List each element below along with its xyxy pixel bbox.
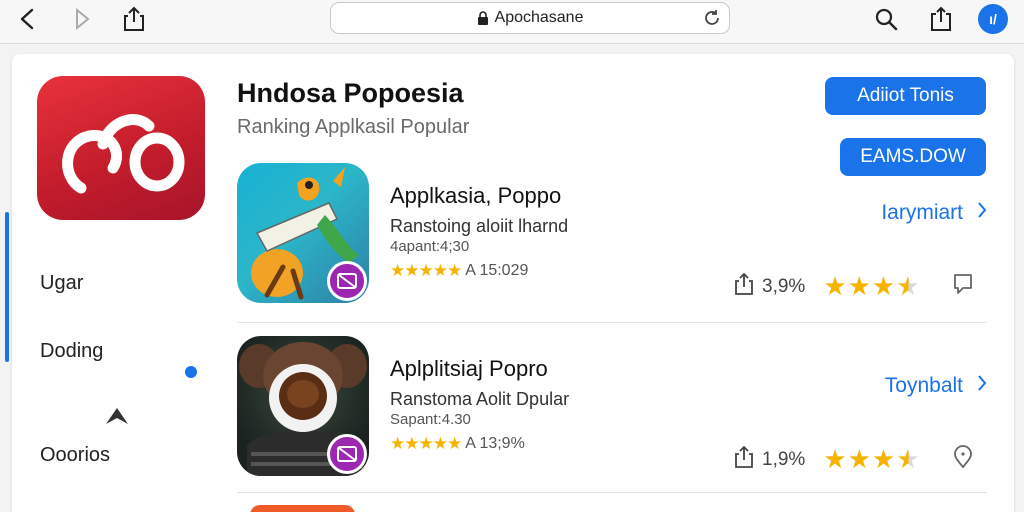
back-icon[interactable] (12, 4, 42, 34)
row-divider (237, 492, 987, 493)
app-rating-line: ★★★★★ A 13;9% (390, 434, 525, 454)
rating-stars: ★★★★★ (390, 434, 462, 453)
search-icon[interactable] (871, 4, 901, 34)
rating-stars: ★★★★★ (390, 261, 462, 280)
row-divider (237, 322, 987, 323)
app-meta: 4apant:4;30 (390, 238, 470, 255)
star-rating: ★★★★ (823, 271, 921, 301)
app-stat-value: 1,9% (762, 448, 806, 470)
profile-avatar[interactable]: ı/ (978, 4, 1008, 34)
app-icon (237, 336, 369, 476)
reload-icon[interactable] (703, 9, 721, 32)
share-icon[interactable] (734, 445, 754, 475)
app-rating-line: ★★★★★ A 15:029 (390, 261, 528, 281)
sidebar-item-3[interactable]: Ooorios (40, 444, 110, 467)
address-bar[interactable]: Apochasane (330, 2, 730, 34)
sidebar-item-2[interactable]: Doding (40, 340, 103, 363)
page-title: Hndosa Popoesia (237, 78, 464, 108)
app-action-label: Toynbalt (884, 374, 963, 397)
share-icon[interactable] (734, 272, 754, 302)
sidebar-item-1[interactable]: Ugar (40, 272, 83, 295)
app-description: Ranstoing aloiit lharnd (390, 216, 569, 236)
next-app-icon-peek (250, 505, 355, 512)
app-action-link[interactable]: Iarymiart (881, 201, 987, 225)
share-icon[interactable] (119, 4, 149, 34)
page-subtitle: Ranking Applkasil Popular (237, 116, 470, 138)
lock-icon (477, 10, 489, 26)
notification-dot (185, 366, 197, 378)
video-badge-icon (327, 434, 367, 474)
forward-icon[interactable] (67, 4, 97, 34)
rating-text: A 15:029 (465, 262, 529, 279)
location-pin-icon[interactable] (951, 444, 975, 475)
app-stats: 1,9% ★★★★ (734, 444, 975, 475)
comment-icon[interactable] (951, 272, 975, 302)
app-name: Applkasia, Poppo (390, 183, 562, 208)
app-meta: Sapant:4.30 (390, 411, 471, 428)
app-stat-value: 3,9% (762, 275, 806, 297)
app-action-link[interactable]: Toynbalt (885, 374, 987, 398)
app-description: Ranstoma Aolit Dpular (390, 389, 570, 409)
app-icon (237, 163, 369, 303)
app-logo (37, 76, 205, 220)
app-list-item[interactable]: Aplplitsiaj Popro Ranstoma Aolit Dpular … (237, 336, 987, 486)
primary-action-button[interactable]: Adiiot Tonis (825, 77, 986, 115)
app-stats: 3,9% ★★★★ (734, 271, 975, 302)
star-rating: ★★★★ (823, 444, 921, 474)
chevron-right-icon (977, 201, 987, 225)
app-list-item[interactable]: Applkasia, Poppo Ranstoing aloiit lharnd… (237, 163, 987, 313)
browser-toolbar: Apochasane ı/ (0, 0, 1024, 44)
rating-text: A 13;9% (465, 435, 525, 452)
app-action-label: Iarymiart (881, 201, 963, 224)
url-text: Apochasane (494, 9, 584, 26)
app-name: Aplplitsiaj Popro (390, 356, 548, 381)
up-arrow-icon (104, 406, 130, 433)
chevron-right-icon (977, 374, 987, 398)
video-badge-icon (327, 261, 367, 301)
sidebar-active-indicator (5, 212, 9, 362)
share-box-icon[interactable] (926, 4, 956, 34)
